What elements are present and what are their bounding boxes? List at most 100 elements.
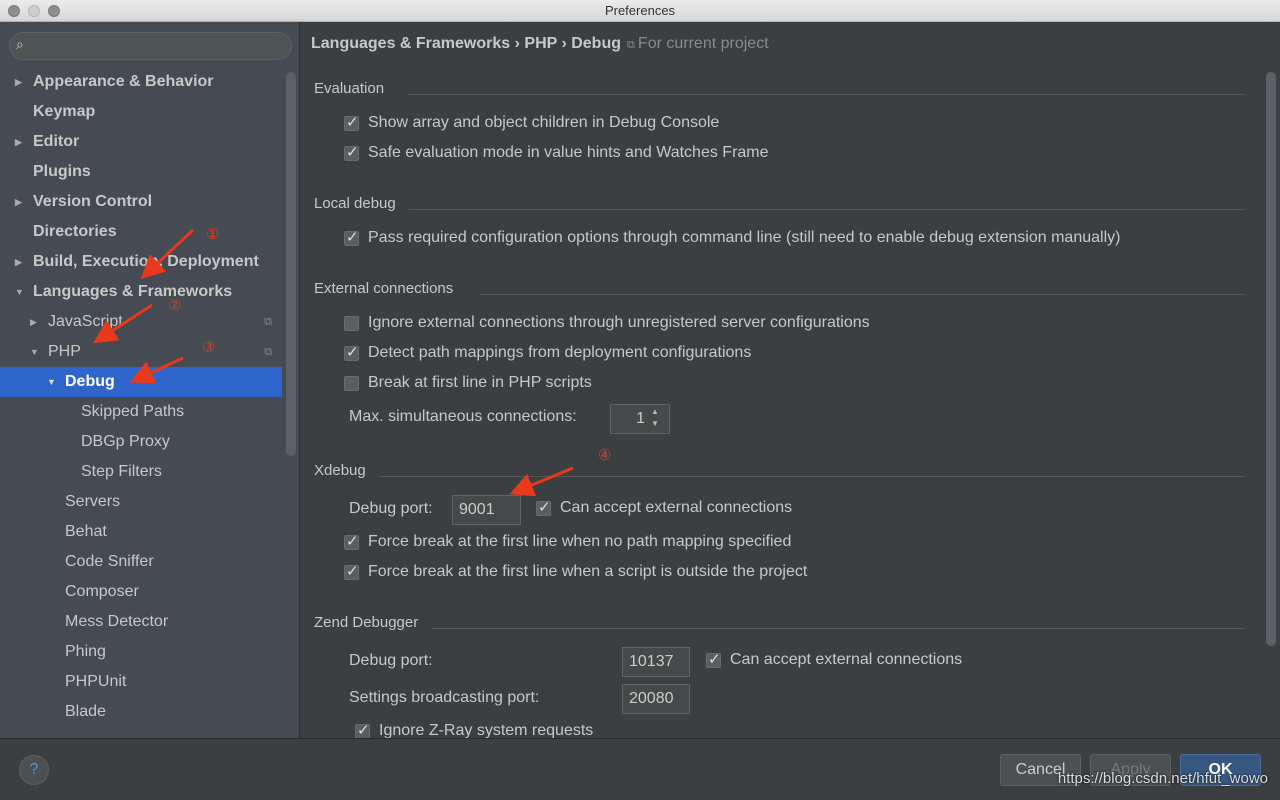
sidebar-item-label: PHP	[48, 343, 81, 360]
breadcrumb-scope: For current project	[637, 35, 769, 52]
divider	[407, 94, 1245, 95]
sidebar-item-label: Composer	[65, 583, 139, 600]
sidebar-item-label: Skipped Paths	[81, 403, 185, 420]
expand-arrow-icon[interactable]: ▶	[15, 67, 22, 97]
max-connections-label: Max. simultaneous connections:	[349, 408, 577, 425]
zend-port-label: Debug port:	[349, 652, 433, 669]
sidebar-item-version-control[interactable]: ▶ Version Control	[0, 187, 282, 217]
sidebar-item-php[interactable]: ▼ PHP ⧉	[0, 337, 282, 367]
project-scope-icon: ⧉	[627, 39, 638, 51]
sidebar-item-label: Languages & Frameworks	[33, 283, 233, 300]
divider	[479, 294, 1245, 295]
sidebar-item-mess-detector[interactable]: Mess Detector	[0, 607, 282, 637]
sidebar-item-label: Appearance & Behavior	[33, 73, 214, 90]
sidebar-item-label: Plugins	[33, 163, 91, 180]
broadcast-port-input[interactable]: 20080	[622, 684, 690, 714]
xdebug-port-label: Debug port:	[349, 500, 433, 517]
sidebar-item-keymap[interactable]: Keymap	[0, 97, 282, 127]
annotation-2: ②	[168, 297, 182, 314]
max-connections-spinner[interactable]: 1	[610, 404, 670, 434]
dialog-footer: ? Cancel Apply OK	[0, 738, 1280, 800]
section-zend-debugger: Zend Debugger	[314, 614, 419, 631]
pass-config-options-checkbox[interactable]: Pass required configuration options thro…	[344, 228, 1120, 247]
settings-content: Languages & Frameworks › PHP › Debug ⧉ Fo…	[301, 22, 1280, 738]
sidebar-item-label: Code Sniffer	[65, 553, 154, 570]
sidebar-item-javascript[interactable]: ▶ JavaScript ⧉	[0, 307, 282, 337]
sidebar-item-label: Behat	[65, 523, 107, 540]
annotation-1: ①	[206, 226, 220, 243]
collapse-arrow-icon[interactable]: ▼	[15, 277, 24, 307]
expand-arrow-icon[interactable]: ▶	[15, 187, 22, 217]
annotation-3: ③	[202, 339, 216, 356]
title-bar: Preferences	[0, 0, 1280, 22]
sidebar-item-build-execution-deployment[interactable]: ▶ Build, Execution, Deployment	[0, 247, 282, 277]
detect-path-mappings-checkbox[interactable]: Detect path mappings from deployment con…	[344, 343, 751, 362]
sidebar-item-skipped-paths[interactable]: Skipped Paths	[0, 397, 282, 427]
sidebar-item-label: Phing	[65, 643, 106, 660]
watermark: https://blog.csdn.net/hfut_wowo	[1057, 770, 1268, 787]
breadcrumb-path: Languages & Frameworks › PHP › Debug	[311, 35, 621, 52]
ignore-external-connections-checkbox[interactable]: Ignore external connections through unre…	[344, 314, 870, 332]
section-external-connections: External connections	[314, 280, 454, 297]
zend-accept-external-checkbox[interactable]: Can accept external connections	[706, 650, 962, 669]
divider	[431, 628, 1245, 629]
sidebar-item-composer[interactable]: Composer	[0, 577, 282, 607]
spinner-arrows-icon[interactable]: ▲ ▼	[651, 406, 659, 430]
sidebar-item-label: Step Filters	[81, 463, 162, 480]
sidebar-item-phing[interactable]: Phing	[0, 637, 282, 667]
force-break-no-mapping-checkbox[interactable]: Force break at the first line when no pa…	[344, 532, 791, 551]
sidebar-item-blade[interactable]: Blade	[0, 697, 282, 727]
sidebar-item-behat[interactable]: Behat	[0, 517, 282, 547]
minimize-window-button[interactable]	[28, 5, 40, 17]
broadcast-port-label: Settings broadcasting port:	[349, 689, 540, 706]
zoom-window-button[interactable]	[48, 5, 60, 17]
divider	[409, 209, 1245, 210]
sidebar-item-debug[interactable]: ▼ Debug	[0, 367, 282, 397]
close-window-button[interactable]	[8, 5, 20, 17]
xdebug-port-input[interactable]: 9001	[452, 495, 521, 525]
expand-arrow-icon[interactable]: ▶	[30, 307, 37, 337]
safe-evaluation-checkbox[interactable]: Safe evaluation mode in value hints and …	[344, 143, 769, 162]
ignore-zray-checkbox[interactable]: Ignore Z-Ray system requests	[355, 721, 593, 738]
divider	[379, 476, 1245, 477]
break-first-line-checkbox[interactable]: Break at first line in PHP scripts	[344, 374, 592, 392]
sidebar-item-step-filters[interactable]: Step Filters	[0, 457, 282, 487]
expand-arrow-icon[interactable]: ▶	[15, 247, 22, 277]
sidebar-item-plugins[interactable]: Plugins	[0, 157, 282, 187]
sidebar-item-label: PHPUnit	[65, 673, 127, 690]
sidebar-item-code-sniffer[interactable]: Code Sniffer	[0, 547, 282, 577]
zend-port-input[interactable]: 10137	[622, 647, 690, 677]
sidebar-item-label: Build, Execution, Deployment	[33, 253, 259, 270]
force-break-outside-project-checkbox[interactable]: Force break at the first line when a scr…	[344, 562, 807, 581]
section-evaluation: Evaluation	[314, 80, 385, 97]
sidebar-item-label: Editor	[33, 133, 80, 150]
sidebar-item-dbgp-proxy[interactable]: DBGp Proxy	[0, 427, 282, 457]
window-title: Preferences	[604, 3, 676, 18]
settings-sidebar: ⌕ ▶ Appearance & Behavior Keymap ▶ Editor Plu…	[0, 22, 300, 738]
sidebar-item-label: JavaScript	[48, 313, 123, 330]
annotation-4: ④	[598, 447, 612, 464]
sidebar-scrollbar[interactable]	[286, 72, 296, 456]
collapse-arrow-icon[interactable]: ▼	[30, 337, 39, 367]
sidebar-item-appearance-behavior[interactable]: ▶ Appearance & Behavior	[0, 67, 282, 97]
show-array-children-checkbox[interactable]: Show array and object children in Debug …	[344, 113, 719, 132]
project-scope-icon: ⧉	[264, 346, 272, 358]
xdebug-accept-external-checkbox[interactable]: Can accept external connections	[536, 498, 792, 517]
expand-arrow-icon[interactable]: ▶	[15, 127, 22, 157]
sidebar-item-languages-frameworks[interactable]: ▼ Languages & Frameworks	[0, 277, 282, 307]
sidebar-item-servers[interactable]: Servers	[0, 487, 282, 517]
content-scrollbar[interactable]	[1266, 72, 1276, 646]
sidebar-item-editor[interactable]: ▶ Editor	[0, 127, 282, 157]
breadcrumb: Languages & Frameworks › PHP › Debug ⧉ Fo…	[311, 35, 769, 53]
sidebar-item-label: DBGp Proxy	[81, 433, 170, 450]
sidebar-item-phpunit[interactable]: PHPUnit	[0, 667, 282, 697]
search-icon: ⌕	[16, 36, 24, 52]
project-scope-icon: ⧉	[264, 316, 272, 328]
collapse-arrow-icon[interactable]: ▼	[47, 367, 56, 397]
help-button[interactable]: ?	[19, 755, 49, 785]
settings-search-input[interactable]: ⌕	[9, 32, 292, 60]
sidebar-item-directories[interactable]: Directories	[0, 217, 282, 247]
sidebar-item-label: Mess Detector	[65, 613, 169, 630]
sidebar-item-label: Keymap	[33, 103, 96, 120]
sidebar-item-label: Version Control	[33, 193, 153, 210]
